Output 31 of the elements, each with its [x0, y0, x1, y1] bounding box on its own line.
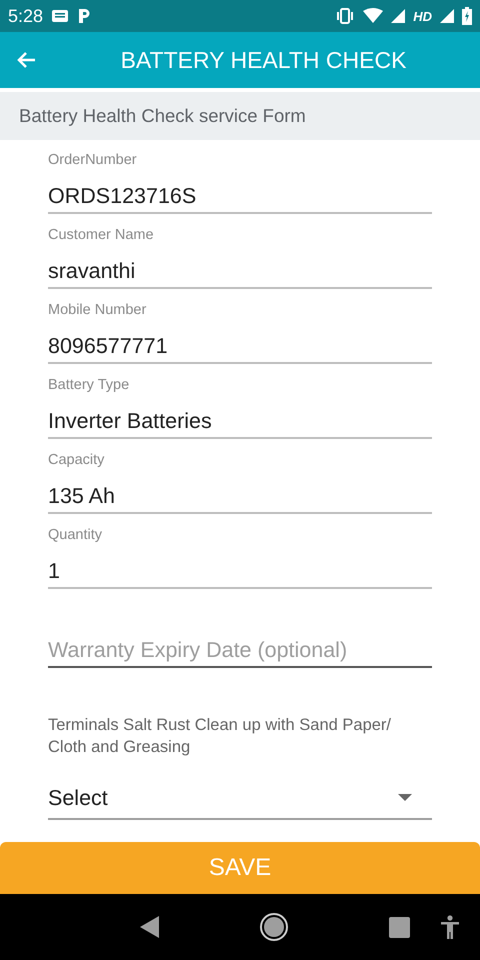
- message-icon: [51, 9, 70, 23]
- text-field[interactable]: Inverter Batteries: [48, 405, 432, 439]
- section-title: Battery Health Check service Form: [19, 105, 306, 127]
- network-type: HD: [413, 8, 432, 24]
- wifi-icon: [363, 8, 384, 24]
- parking-icon: [77, 8, 92, 24]
- home-icon[interactable]: [259, 912, 290, 942]
- text-field[interactable]: 8096577771: [48, 330, 432, 364]
- screen-title: BATTERY HEALTH CHECK: [120, 46, 408, 74]
- vibrate-icon: [335, 8, 356, 24]
- dropdown-caret-icon: [398, 794, 412, 802]
- select-dropdown[interactable]: Select: [48, 778, 432, 820]
- text-field[interactable]: 135 Ah: [48, 480, 432, 514]
- text-field[interactable]: sravanthi: [48, 255, 432, 289]
- field-label: Mobile Number: [48, 301, 148, 320]
- signal-icon: [440, 9, 454, 23]
- field-label: Battery Type: [48, 376, 130, 395]
- field-label: Quantity: [48, 526, 103, 545]
- status-time: 5:28: [8, 6, 44, 26]
- date-field[interactable]: Warranty Expiry Date (optional): [48, 635, 432, 668]
- signal-icon: [391, 9, 406, 23]
- text-field[interactable]: ORDS123716S: [48, 180, 432, 214]
- back-icon[interactable]: [140, 916, 160, 938]
- recents-icon[interactable]: [389, 916, 410, 938]
- battery-icon: [462, 7, 472, 25]
- text-field[interactable]: 1: [48, 555, 432, 589]
- question-label: Terminals Salt Rust Clean up with Sand Paper/ Cloth and Greasing: [48, 715, 392, 758]
- field-label: OrderNumber: [48, 151, 138, 170]
- accessibility-icon[interactable]: [440, 915, 460, 939]
- field-label: Customer Name: [48, 226, 155, 245]
- field-label: Capacity: [48, 451, 106, 470]
